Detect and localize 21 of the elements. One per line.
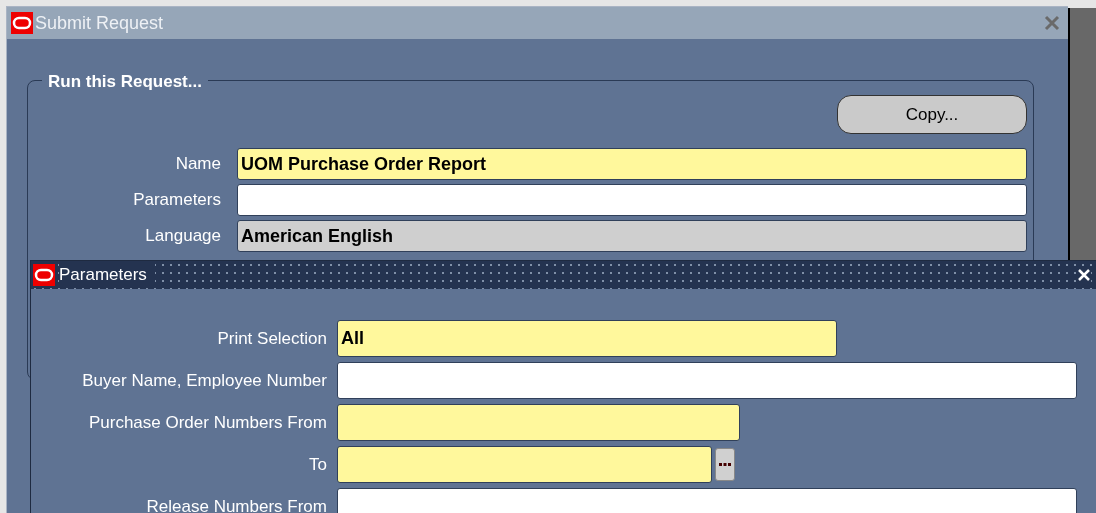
field-label: Purchase Order Numbers From <box>87 411 327 434</box>
logo-icon <box>11 12 33 34</box>
list-button[interactable] <box>715 448 735 481</box>
field-label: Name <box>174 153 221 176</box>
window-title: Submit Request <box>35 11 164 35</box>
input-field[interactable] <box>237 184 1027 216</box>
copy-button[interactable]: Copy... <box>837 95 1027 134</box>
input-field[interactable] <box>337 404 740 441</box>
input-field[interactable]: All <box>337 320 837 357</box>
field-label: Release Numbers From <box>145 495 327 513</box>
input-field[interactable] <box>337 362 1077 399</box>
input-field[interactable]: American English <box>237 220 1027 252</box>
input-field[interactable]: UOM Purchase Order Report <box>237 148 1027 180</box>
field-label: Buyer Name, Employee Number <box>81 369 327 392</box>
ellipsis-icon <box>719 462 731 467</box>
field-label: Language <box>144 225 221 248</box>
field-label: Print Selection <box>216 327 327 350</box>
field-label: Parameters <box>132 189 221 212</box>
input-field[interactable] <box>337 446 712 483</box>
field-label: To <box>308 453 327 476</box>
logo-icon <box>33 264 55 286</box>
